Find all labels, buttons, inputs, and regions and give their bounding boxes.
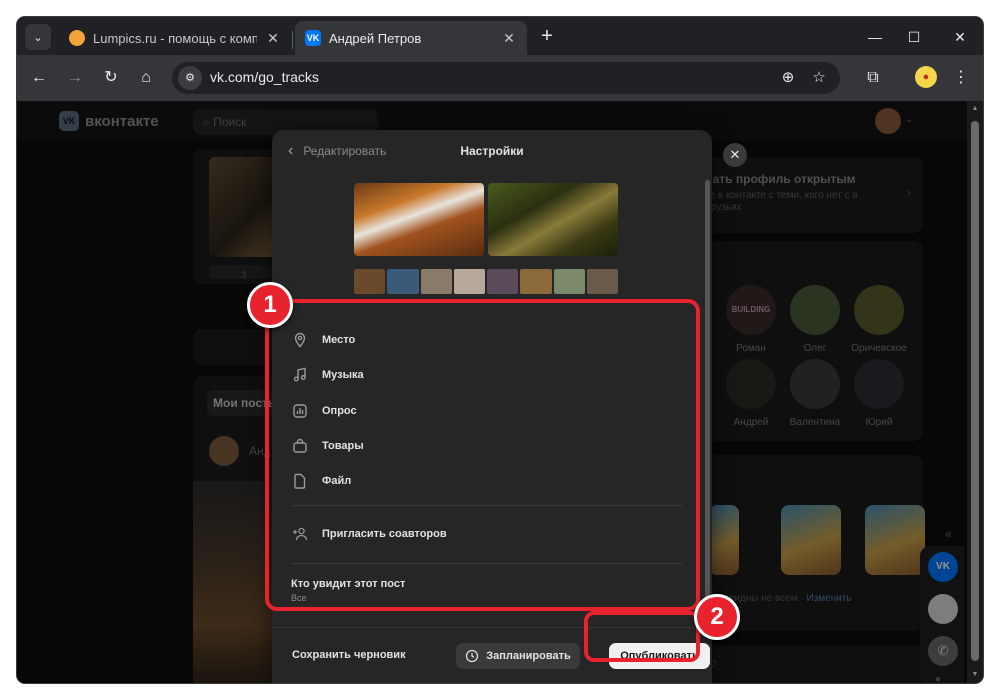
schedule-button[interactable]: Запланировать [456, 643, 580, 669]
thumbnail[interactable] [453, 269, 485, 294]
page-scrollbar-thumb[interactable] [971, 121, 979, 661]
attached-photo-dog[interactable] [354, 183, 484, 256]
menu-item-file[interactable]: Файл [292, 471, 682, 491]
save-draft-button[interactable]: Сохранить черновик [292, 649, 406, 661]
tab-search-button[interactable]: ⌄ [25, 24, 51, 50]
annotation-badge-1: 1 [247, 282, 293, 328]
menu-item-label: Музыка [322, 369, 364, 381]
modal-scrollbar-thumb[interactable] [705, 180, 710, 600]
url-text[interactable]: vk.com/go_tracks [210, 69, 319, 85]
bookmark-star-icon[interactable]: ☆ [808, 67, 830, 89]
menu-item-music[interactable]: Музыка [292, 365, 682, 385]
tab-separator [292, 31, 293, 49]
back-arrow-icon[interactable]: ← [27, 66, 51, 90]
thumbnail[interactable] [520, 269, 552, 294]
browser-window: ⌄ Lumpics.ru - помощь с компь ✕ VK Андре… [17, 17, 983, 683]
lumpics-favicon-icon [69, 30, 85, 46]
reload-icon[interactable]: ↻ [99, 66, 123, 90]
location-pin-icon [294, 332, 306, 348]
browser-toolbar: ← → ↻ ⌂ ⚙ vk.com/go_tracks ⊕ ☆ ⧉ ● ⋮ [17, 55, 983, 101]
address-bar[interactable]: ⚙ vk.com/go_tracks ⊕ ☆ [172, 62, 840, 94]
menu-item-goods[interactable]: Товары [292, 436, 682, 456]
menu-item-label: Файл [322, 475, 352, 487]
browser-profile-avatar[interactable]: ● [915, 66, 937, 88]
photo-thumbnails [354, 269, 618, 294]
thumbnail[interactable] [354, 269, 386, 294]
maximize-button[interactable]: ☐ [899, 25, 929, 49]
modal-title: Настройки [460, 144, 524, 158]
tab-close-icon[interactable]: ✕ [501, 30, 517, 47]
menu-divider [292, 505, 682, 506]
tab-vk-profile[interactable]: VK Андрей Петров ✕ [295, 21, 527, 55]
menu-item-poll[interactable]: Опрос [292, 401, 682, 421]
home-icon[interactable]: ⌂ [134, 66, 158, 90]
thumbnail[interactable] [487, 269, 519, 294]
extensions-icon[interactable]: ⧉ [861, 66, 885, 90]
publish-button[interactable]: Опубликовать [609, 643, 710, 669]
tab-title: Lumpics.ru - помощь с компь [93, 30, 257, 46]
vk-page: VK вконтакте ⌕ Поиск ⌄ З Мои посты Анд л… [17, 101, 983, 683]
tab-strip: ⌄ Lumpics.ru - помощь с компь ✕ VK Андре… [17, 17, 983, 55]
visibility-label[interactable]: Кто увидит этот пост [291, 578, 405, 590]
thumbnail[interactable] [553, 269, 585, 294]
file-icon [294, 473, 306, 489]
clock-icon [466, 649, 479, 663]
invite-coauthors-item[interactable]: Пригласить соавторов [292, 524, 682, 544]
shopping-bag-icon [293, 438, 307, 453]
menu-item-label: Товары [322, 440, 364, 452]
tab-title: Андрей Петров [329, 30, 422, 46]
tab-lumpics[interactable]: Lumpics.ru - помощь с компь ✕ [59, 21, 291, 55]
poll-icon [293, 404, 307, 418]
menu-kebab-icon[interactable]: ⋮ [949, 66, 973, 90]
invite-label: Пригласить соавторов [322, 528, 447, 540]
thumbnail[interactable] [420, 269, 452, 294]
modal-header: ‹ Редактировать Настройки [272, 130, 712, 174]
visibility-value[interactable]: Все [291, 593, 307, 603]
menu-item-label: Место [322, 334, 356, 346]
thumbnail[interactable] [387, 269, 419, 294]
thumbnail[interactable] [586, 269, 618, 294]
close-window-button[interactable]: ✕ [945, 25, 975, 49]
menu-divider [292, 563, 682, 564]
schedule-label: Запланировать [486, 650, 571, 662]
annotation-badge-2: 2 [694, 594, 740, 640]
forward-arrow-icon[interactable]: → [63, 66, 87, 90]
zoom-icon[interactable]: ⊕ [777, 67, 799, 89]
minimize-button[interactable]: — [860, 25, 890, 49]
add-user-icon [293, 527, 308, 541]
modal-close-icon[interactable]: ✕ [723, 143, 747, 167]
tab-close-icon[interactable]: ✕ [265, 30, 281, 47]
menu-item-place[interactable]: Место [292, 330, 682, 350]
vk-favicon-icon: VK [305, 30, 321, 46]
post-settings-modal: ‹ Редактировать Настройки Место Музыка О… [272, 130, 712, 683]
scroll-down-icon[interactable]: ▼ [969, 671, 981, 678]
attached-photo-deer[interactable] [488, 183, 618, 256]
music-note-icon [293, 367, 306, 382]
scroll-up-icon[interactable]: ▲ [969, 105, 981, 112]
new-tab-button[interactable]: + [535, 25, 559, 49]
modal-scrollbar[interactable] [705, 180, 710, 600]
site-settings-icon[interactable]: ⚙ [178, 66, 202, 90]
menu-item-label: Опрос [322, 405, 357, 417]
modal-footer: Сохранить черновик Запланировать Опублик… [272, 627, 712, 683]
